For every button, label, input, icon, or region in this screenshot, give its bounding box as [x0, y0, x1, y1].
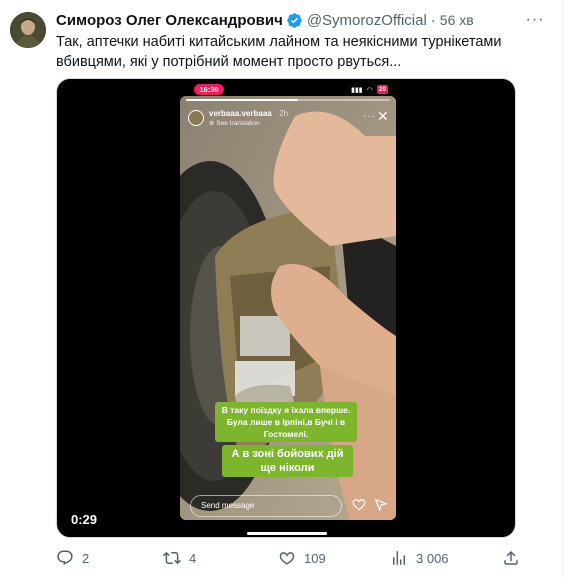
- story-send-message-input: Send message: [190, 495, 342, 517]
- share-icon: [504, 550, 518, 565]
- verified-badge-icon: [287, 12, 302, 28]
- views-chart-icon: [393, 551, 405, 565]
- share-button[interactable]: [502, 546, 528, 570]
- views-count: 3 006: [416, 550, 449, 566]
- tweet-header: Симороз Олег Олександрович @SymorozOffic…: [56, 10, 474, 30]
- status-icons: ▮▮▮ ◠ 20: [351, 83, 388, 96]
- story-translate: ⊕ See translation: [209, 119, 288, 129]
- story-heart-icon: [352, 499, 366, 511]
- translate-icon: ⊕: [209, 120, 215, 127]
- tweet-time[interactable]: 56 хв: [440, 12, 474, 28]
- author-name[interactable]: Симороз Олег Олександрович: [56, 12, 283, 29]
- video-scrub-indicator[interactable]: [247, 532, 327, 535]
- story-reply-row: Send message: [190, 495, 390, 517]
- story-progress-fill: [186, 99, 299, 101]
- reply-button[interactable]: 2: [56, 546, 89, 570]
- story-more-icon: ···: [363, 111, 376, 122]
- story-username: verbaaa.verbaaa: [209, 109, 272, 118]
- ellipsis-icon[interactable]: ···: [525, 10, 545, 30]
- heart-icon: [279, 552, 295, 565]
- retweet-count: 4: [189, 550, 197, 566]
- timeline-border: [562, 0, 563, 577]
- reply-count: 2: [82, 550, 90, 566]
- wifi-icon: ◠: [366, 86, 373, 94]
- story-close-icon: ✕: [377, 108, 389, 124]
- tweet-actions: 2 4 109 3 006: [56, 546, 526, 570]
- author-handle[interactable]: @SymorozOfficial: [307, 12, 427, 29]
- story-avatar: [188, 110, 204, 126]
- tweet-text: Так, аптечки набиті китайським лайном та…: [56, 34, 502, 70]
- like-count: 109: [304, 550, 326, 566]
- story-progress-bar: [186, 99, 390, 101]
- story-age: 2h: [279, 109, 289, 118]
- retweet-button[interactable]: 4: [163, 546, 196, 570]
- tweet: Симороз Олег Олександрович @SymorozOffic…: [0, 0, 567, 577]
- story-user: verbaaa.verbaaa 2h ⊕ See translation: [188, 107, 288, 129]
- story-caption-2: А в зоні бойових дій ще ніколи: [222, 445, 353, 477]
- video-player[interactable]: 16:36 ▮▮▮ ◠ 20 verbaaa.verbaaa 2h ⊕ See …: [56, 78, 516, 538]
- author-avatar[interactable]: [10, 12, 46, 48]
- views-button[interactable]: 3 006: [390, 546, 449, 570]
- signal-icon: ▮▮▮: [351, 86, 363, 94]
- reply-icon: [57, 550, 73, 566]
- phone-status-bar: 16:36 ▮▮▮ ◠ 20: [180, 83, 396, 96]
- video-duration: 0:29: [71, 512, 98, 527]
- story-translate-label: See translation: [216, 120, 260, 127]
- story-caption-1: В таку поїздку я їхала вперше. Була лише…: [215, 402, 357, 442]
- battery-icon: 20: [376, 85, 388, 94]
- story-send-icon: [375, 499, 387, 511]
- separator-dot: ·: [430, 11, 436, 29]
- retweet-icon: [163, 551, 181, 565]
- status-time: 16:36: [194, 84, 224, 95]
- like-button[interactable]: 109: [278, 546, 326, 570]
